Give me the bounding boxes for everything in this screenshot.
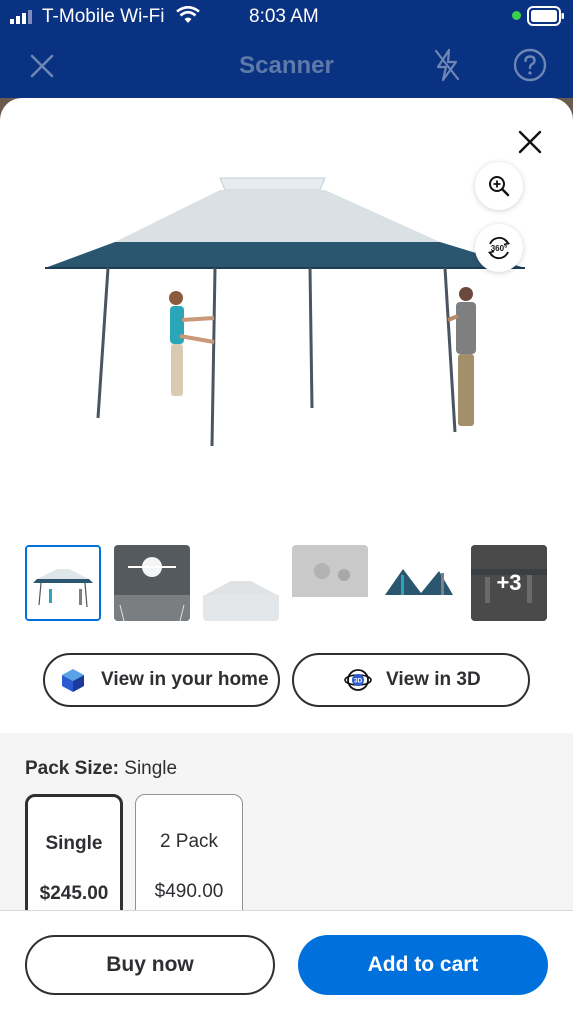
rotate-360-icon: 360°	[487, 236, 511, 260]
svg-text:360°: 360°	[491, 244, 508, 253]
view-in-3d-button[interactable]: 3D View in 3D	[292, 653, 530, 707]
svg-text:3D: 3D	[354, 678, 363, 685]
add-to-cart-button[interactable]: Add to cart	[298, 935, 548, 995]
help-icon[interactable]	[513, 48, 547, 82]
view-360-button[interactable]: 360°	[475, 224, 523, 272]
carrier-name: T-Mobile Wi-Fi	[42, 6, 165, 27]
clock: 8:03 AM	[249, 6, 319, 27]
product-hero-image[interactable]	[30, 160, 540, 530]
more-images-count: +3	[496, 570, 522, 595]
view-3d-icon: 3D	[344, 669, 372, 691]
view-in-home-button[interactable]: View in your home	[43, 653, 280, 707]
thumbnail-4[interactable]	[292, 545, 368, 621]
pack-size-title: Pack Size:	[25, 758, 119, 779]
close-sheet-icon[interactable]	[516, 128, 544, 156]
option-price: $490.00	[154, 881, 224, 902]
option-price: $245.00	[39, 883, 109, 904]
ar-cube-icon	[62, 669, 84, 692]
view-in-3d-label: View in 3D	[386, 669, 481, 690]
option-name: Single	[45, 833, 103, 854]
thumbnail-more[interactable]: +3	[471, 545, 547, 621]
thumbnail-3[interactable]	[203, 545, 279, 621]
signal-icon	[10, 10, 32, 24]
battery-icon	[527, 6, 564, 26]
thumbnail-1[interactable]	[25, 545, 101, 621]
thumbnail-2[interactable]	[114, 545, 190, 621]
zoom-button[interactable]	[475, 162, 523, 210]
zoom-in-icon	[489, 176, 510, 197]
pack-option-2-pack[interactable]: 2 Pack $490.00	[135, 794, 243, 924]
status-bar: T-Mobile Wi-Fi 8:03 AM	[0, 0, 573, 34]
wifi-icon	[176, 6, 200, 23]
pack-size-selected: Single	[124, 758, 178, 779]
buy-now-button[interactable]: Buy now	[25, 935, 275, 995]
page-title: Scanner	[239, 52, 334, 79]
option-name: 2 Pack	[159, 831, 219, 852]
scanner-header: Scanner	[0, 34, 573, 100]
flash-off-icon[interactable]	[433, 48, 461, 82]
pack-option-single[interactable]: Single $245.00	[25, 794, 123, 924]
view-in-home-label: View in your home	[101, 669, 269, 690]
thumbnail-5[interactable]	[381, 545, 457, 621]
pack-size-label: Pack Size: Single	[25, 758, 177, 780]
person-figure-left	[169, 291, 215, 396]
privacy-indicator-dot	[512, 11, 521, 20]
